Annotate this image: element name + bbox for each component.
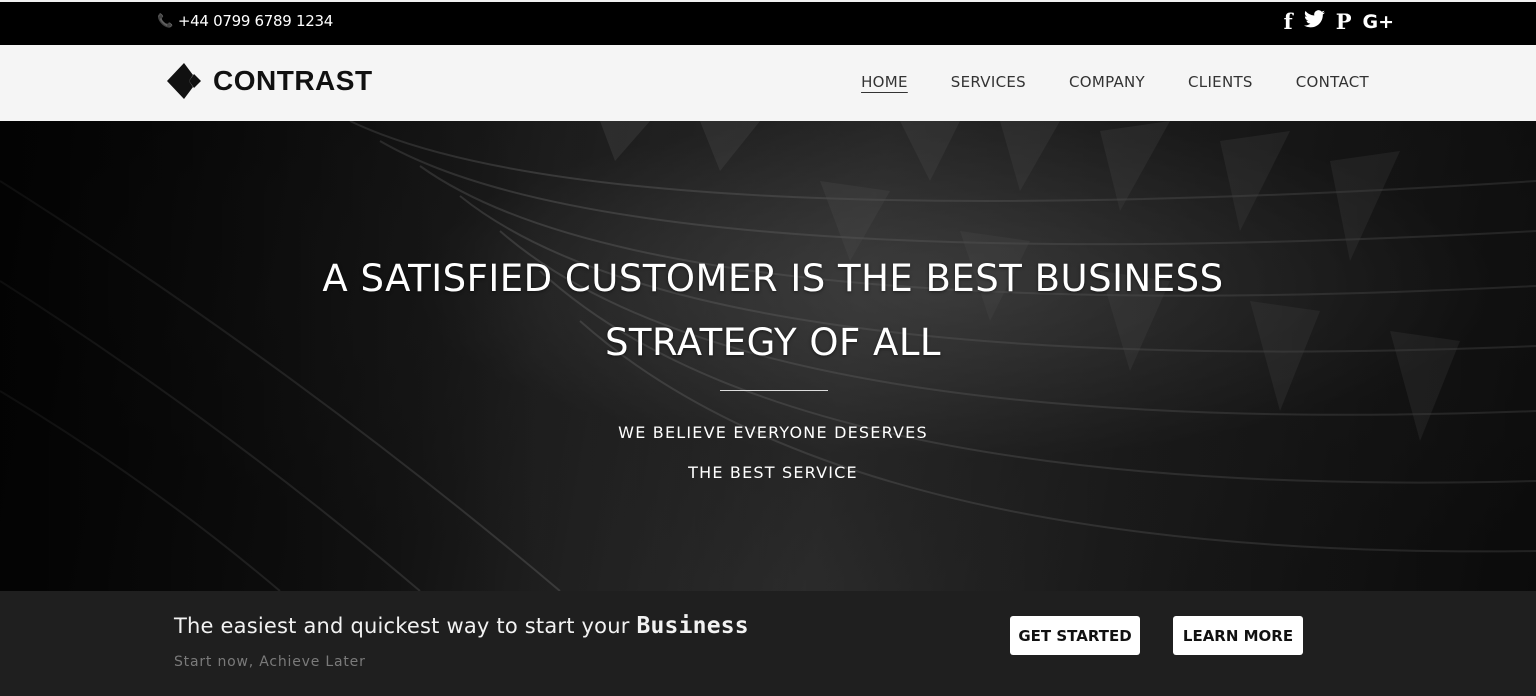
- hero-section: A SATISFIED CUSTOMER IS THE BEST BUSINES…: [0, 121, 1536, 591]
- main-navbar: CONTRAST HOME SERVICES COMPANY CLIENTS C…: [0, 45, 1536, 121]
- social-links: f P G+: [1284, 10, 1394, 34]
- hero-divider: [720, 390, 828, 391]
- phone-contact[interactable]: 📞 +44 0799 6789 1234: [157, 12, 333, 30]
- cta-band: The easiest and quickest way to start yo…: [0, 591, 1536, 696]
- hero-title-line-1: A SATISFIED CUSTOMER IS THE BEST BUSINES…: [322, 257, 1224, 300]
- nav-company[interactable]: COMPANY: [1069, 73, 1145, 91]
- nav-contact[interactable]: CONTACT: [1296, 73, 1369, 91]
- hero-subtitle-line-1: WE BELIEVE EVERYONE DESERVES: [618, 423, 928, 442]
- logo-diamond-icon: [167, 63, 201, 99]
- hero-title: A SATISFIED CUSTOMER IS THE BEST BUSINES…: [268, 247, 1278, 375]
- nav-services[interactable]: SERVICES: [951, 73, 1026, 91]
- pinterest-icon[interactable]: P: [1336, 10, 1352, 34]
- google-plus-icon[interactable]: G+: [1362, 10, 1394, 34]
- nav-menu: HOME SERVICES COMPANY CLIENTS CONTACT: [861, 73, 1369, 91]
- twitter-icon[interactable]: [1303, 10, 1325, 34]
- phone-number: +44 0799 6789 1234: [177, 12, 333, 30]
- get-started-button[interactable]: GET STARTED: [1010, 616, 1140, 655]
- nav-home[interactable]: HOME: [861, 73, 908, 91]
- cta-headline: The easiest and quickest way to start yo…: [174, 613, 749, 639]
- cta-subtext: Start now, Achieve Later: [174, 654, 366, 670]
- top-bar: 📞 +44 0799 6789 1234 f P G+: [0, 0, 1536, 45]
- phone-icon: 📞: [157, 13, 173, 29]
- nav-clients[interactable]: CLIENTS: [1188, 73, 1253, 91]
- logo-text: CONTRAST: [213, 65, 373, 96]
- learn-more-button[interactable]: LEARN MORE: [1173, 616, 1303, 655]
- cta-headline-emphasis: Business: [636, 613, 749, 639]
- hero-subtitle-line-2: THE BEST SERVICE: [688, 463, 858, 482]
- hero-title-line-2: STRATEGY OF ALL: [604, 321, 942, 364]
- logo[interactable]: CONTRAST: [167, 61, 373, 101]
- cta-headline-text: The easiest and quickest way to start yo…: [174, 614, 630, 638]
- facebook-icon[interactable]: f: [1284, 10, 1293, 34]
